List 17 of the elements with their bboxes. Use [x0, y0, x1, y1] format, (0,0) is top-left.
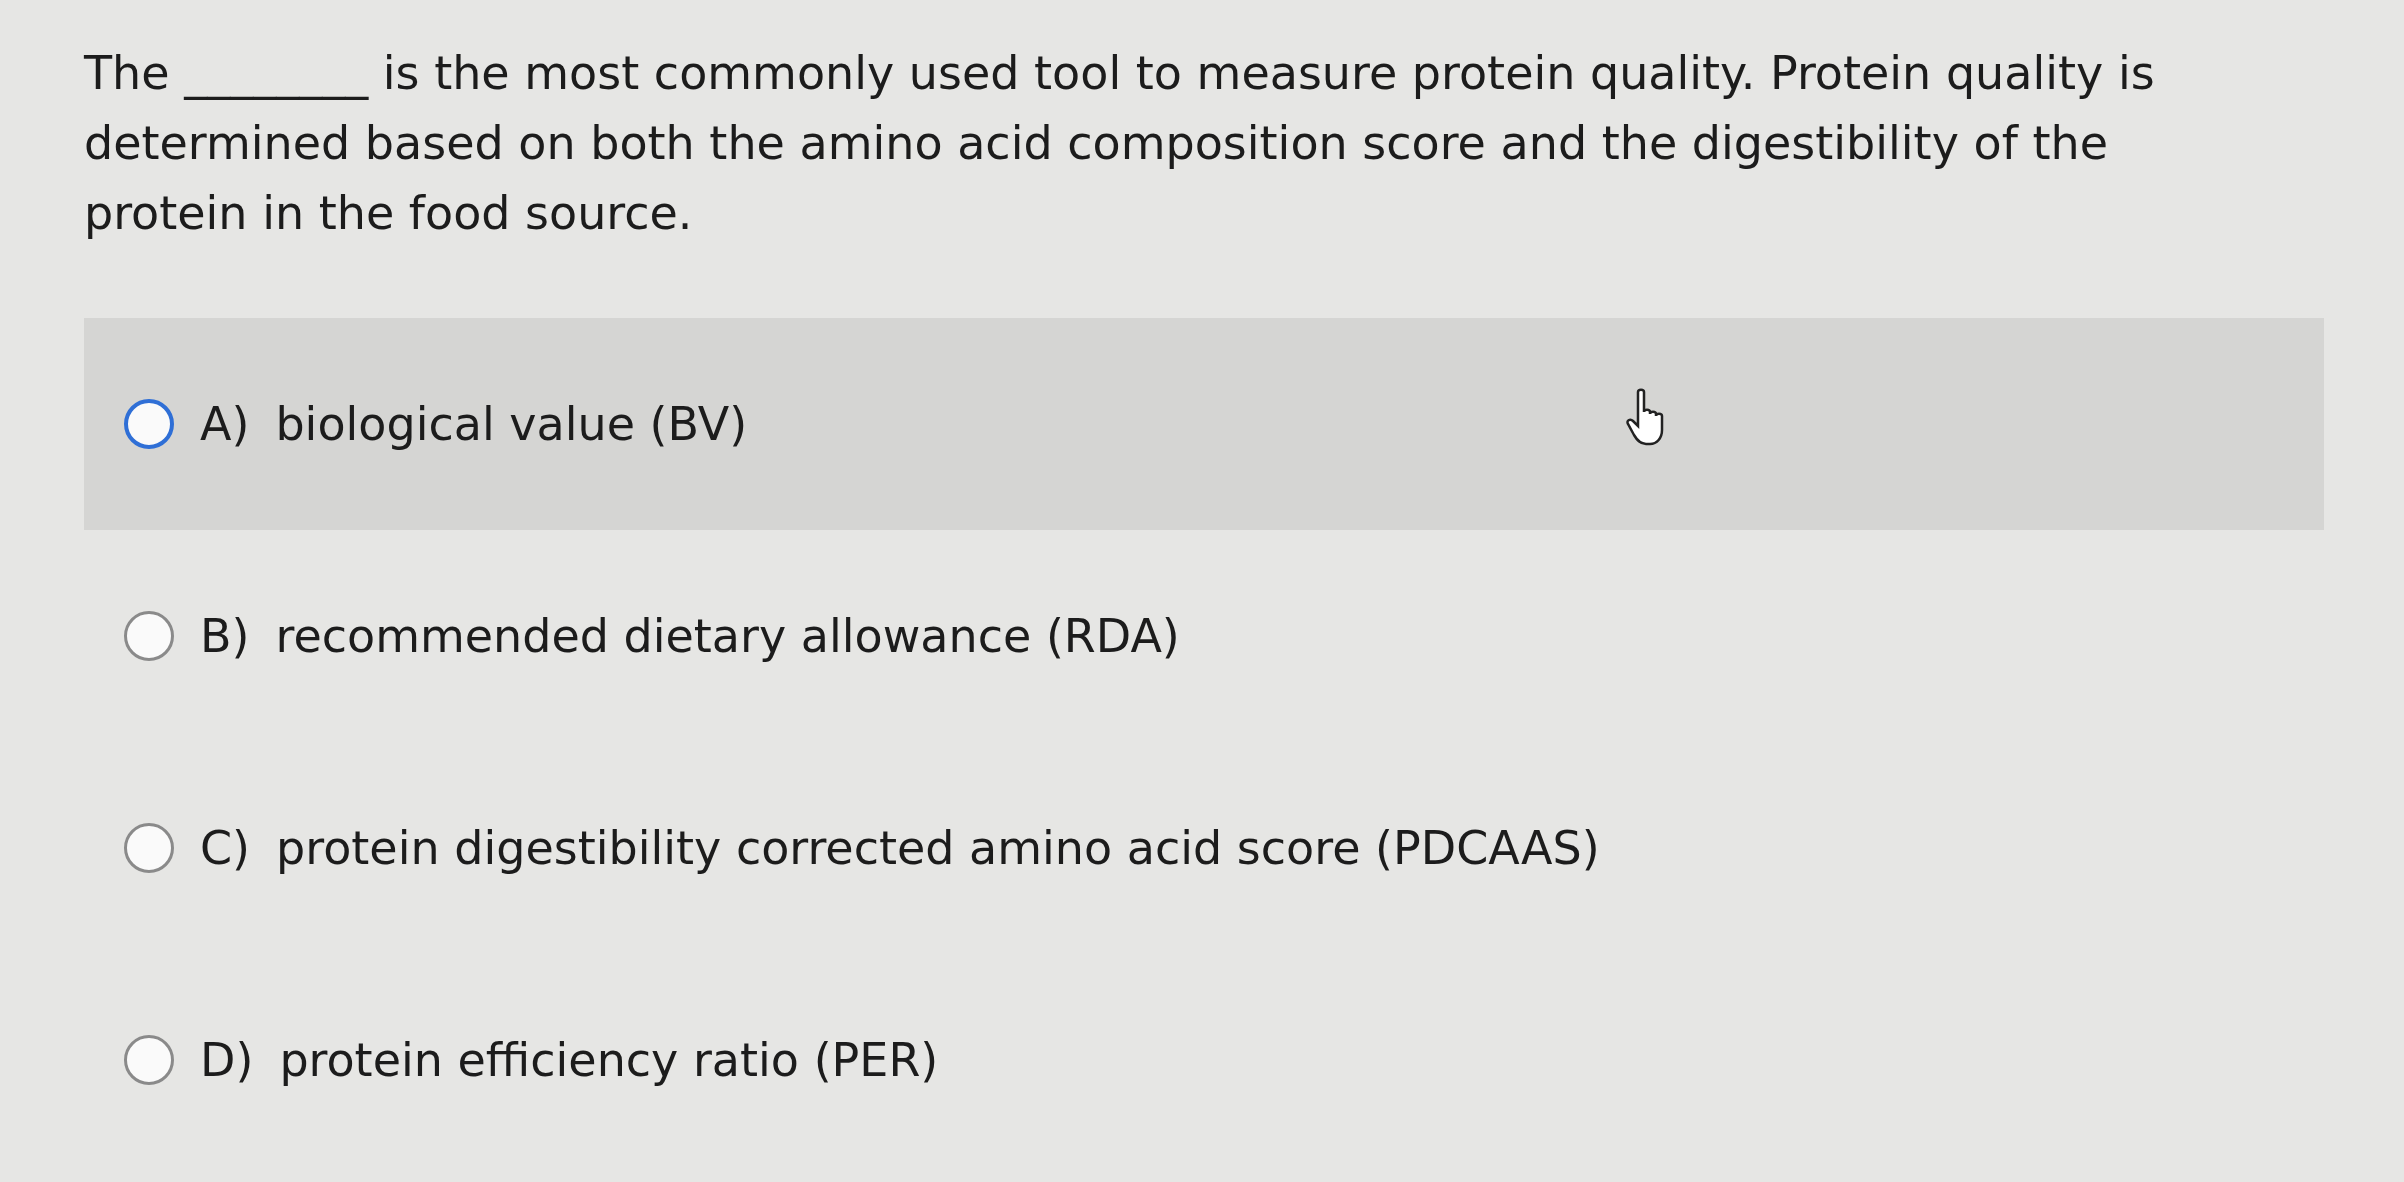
- radio-button[interactable]: [124, 823, 174, 873]
- option-letter: A): [200, 397, 250, 451]
- option-letter: B): [200, 609, 250, 663]
- question-text: The ________ is the most commonly used tool to measure protein quality. Protein quality is determined based on both the amino acid composition score and the digestibility of the protein in the food source.: [84, 45, 2156, 242]
- option-letter: C): [200, 821, 251, 875]
- radio-button[interactable]: [124, 1035, 174, 1085]
- answer-option[interactable]: A) biological value (BV): [84, 318, 2324, 530]
- option-letter: D): [200, 1033, 254, 1087]
- option-text: biological value (BV): [275, 397, 748, 451]
- answer-option[interactable]: C) protein digestibility corrected amino acid score (PDCAAS): [84, 742, 2324, 954]
- option-text: protein digestibility corrected amino acid score (PDCAAS): [276, 821, 1600, 875]
- option-text: protein efficiency ratio (PER): [279, 1033, 939, 1087]
- answer-option[interactable]: D) protein efficiency ratio (PER): [84, 954, 2324, 1166]
- answer-option[interactable]: B) recommended dietary allowance (RDA): [84, 530, 2324, 742]
- radio-button[interactable]: [124, 611, 174, 661]
- radio-button[interactable]: [124, 399, 174, 449]
- option-text: recommended dietary allowance (RDA): [275, 609, 1180, 663]
